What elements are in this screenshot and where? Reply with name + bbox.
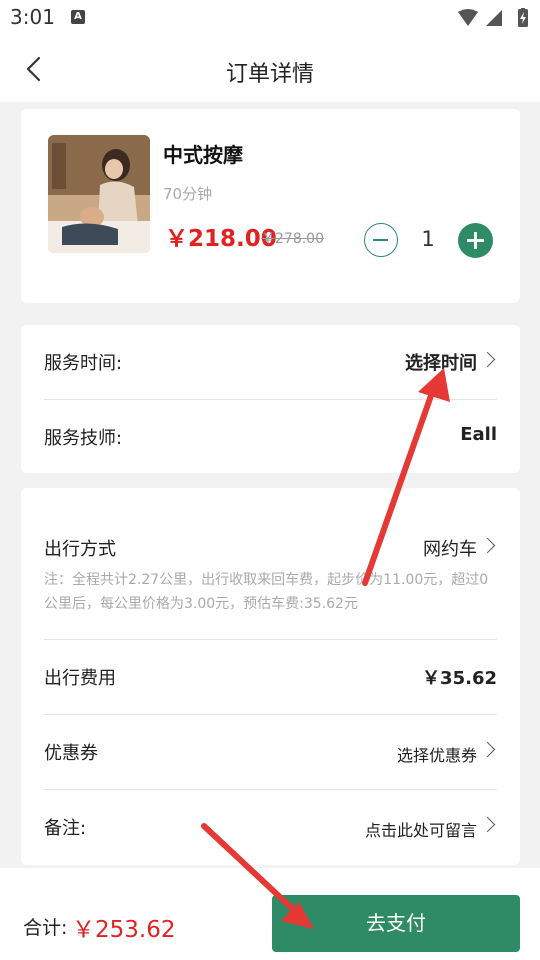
product-price: ￥218.00 (165, 226, 277, 252)
coupon-value: 选择优惠券 (396, 746, 477, 765)
signal-icon (486, 10, 502, 26)
product-duration: 70分钟 (163, 185, 213, 203)
travel-fee-label: 出行费用 (44, 668, 116, 689)
remark-row[interactable]: 备注: 点击此处可留言 (44, 790, 497, 864)
total-value: ￥253.62 (72, 917, 176, 943)
status-time: 3:01 (10, 5, 55, 29)
service-card: 服务时间: 选择时间 服务技师: Eall (21, 325, 520, 473)
travel-card: 出行方式 网约车 注：全程共计2.27公里，出行收取来回车费，起步价为11.00… (21, 488, 520, 865)
remark-label: 备注: (44, 818, 87, 839)
product-card: 中式按摩 70分钟 ￥218.00 ￥278.00 1 (21, 109, 520, 303)
product-title: 中式按摩 (163, 143, 243, 167)
coupon-label: 优惠券 (44, 743, 98, 764)
service-time-row[interactable]: 服务时间: 选择时间 (44, 325, 497, 399)
status-bar: 3:01 A (0, 0, 540, 36)
service-technician-label: 服务技师: (44, 428, 123, 449)
remark-value: 点击此处可留言 (364, 821, 477, 840)
wifi-icon (458, 9, 478, 26)
page-title: 订单详情 (225, 62, 314, 87)
chevron-right-icon (479, 537, 496, 554)
quantity-increase-button[interactable] (458, 223, 493, 258)
service-time-value: 选择时间 (405, 353, 477, 374)
travel-mode-value: 网约车 (423, 539, 477, 560)
status-icons (456, 7, 532, 32)
bottom-bar: 合计: ￥253.62 去支付 (0, 868, 540, 960)
chevron-right-icon (479, 351, 496, 368)
product-original-price: ￥278.00 (261, 231, 324, 247)
quantity-decrease-button[interactable] (364, 223, 398, 257)
service-technician-row: 服务技师: Eall (44, 400, 497, 474)
product-image[interactable] (48, 135, 150, 253)
notification-a-icon: A (71, 10, 85, 24)
battery-icon (518, 7, 528, 27)
quantity-value: 1 (421, 227, 435, 251)
chevron-right-icon (479, 741, 496, 758)
coupon-row[interactable]: 优惠券 选择优惠券 (44, 715, 497, 789)
travel-fee-row: 出行费用 ￥35.62 (44, 640, 497, 714)
total-label: 合计: (23, 917, 68, 939)
pay-button[interactable]: 去支付 (272, 895, 520, 952)
chevron-right-icon (479, 816, 496, 833)
travel-fee-value: ￥35.62 (422, 668, 497, 689)
travel-mode-row[interactable]: 出行方式 网约车 (44, 511, 497, 560)
navbar: 订单详情 (0, 36, 540, 102)
travel-mode-label: 出行方式 (44, 539, 116, 560)
service-technician-value: Eall (460, 424, 497, 445)
service-time-label: 服务时间: (44, 353, 123, 374)
travel-fee-note: 注：全程共计2.27公里，出行收取来回车费，起步价为11.00元，超过0公里后，… (44, 572, 489, 612)
